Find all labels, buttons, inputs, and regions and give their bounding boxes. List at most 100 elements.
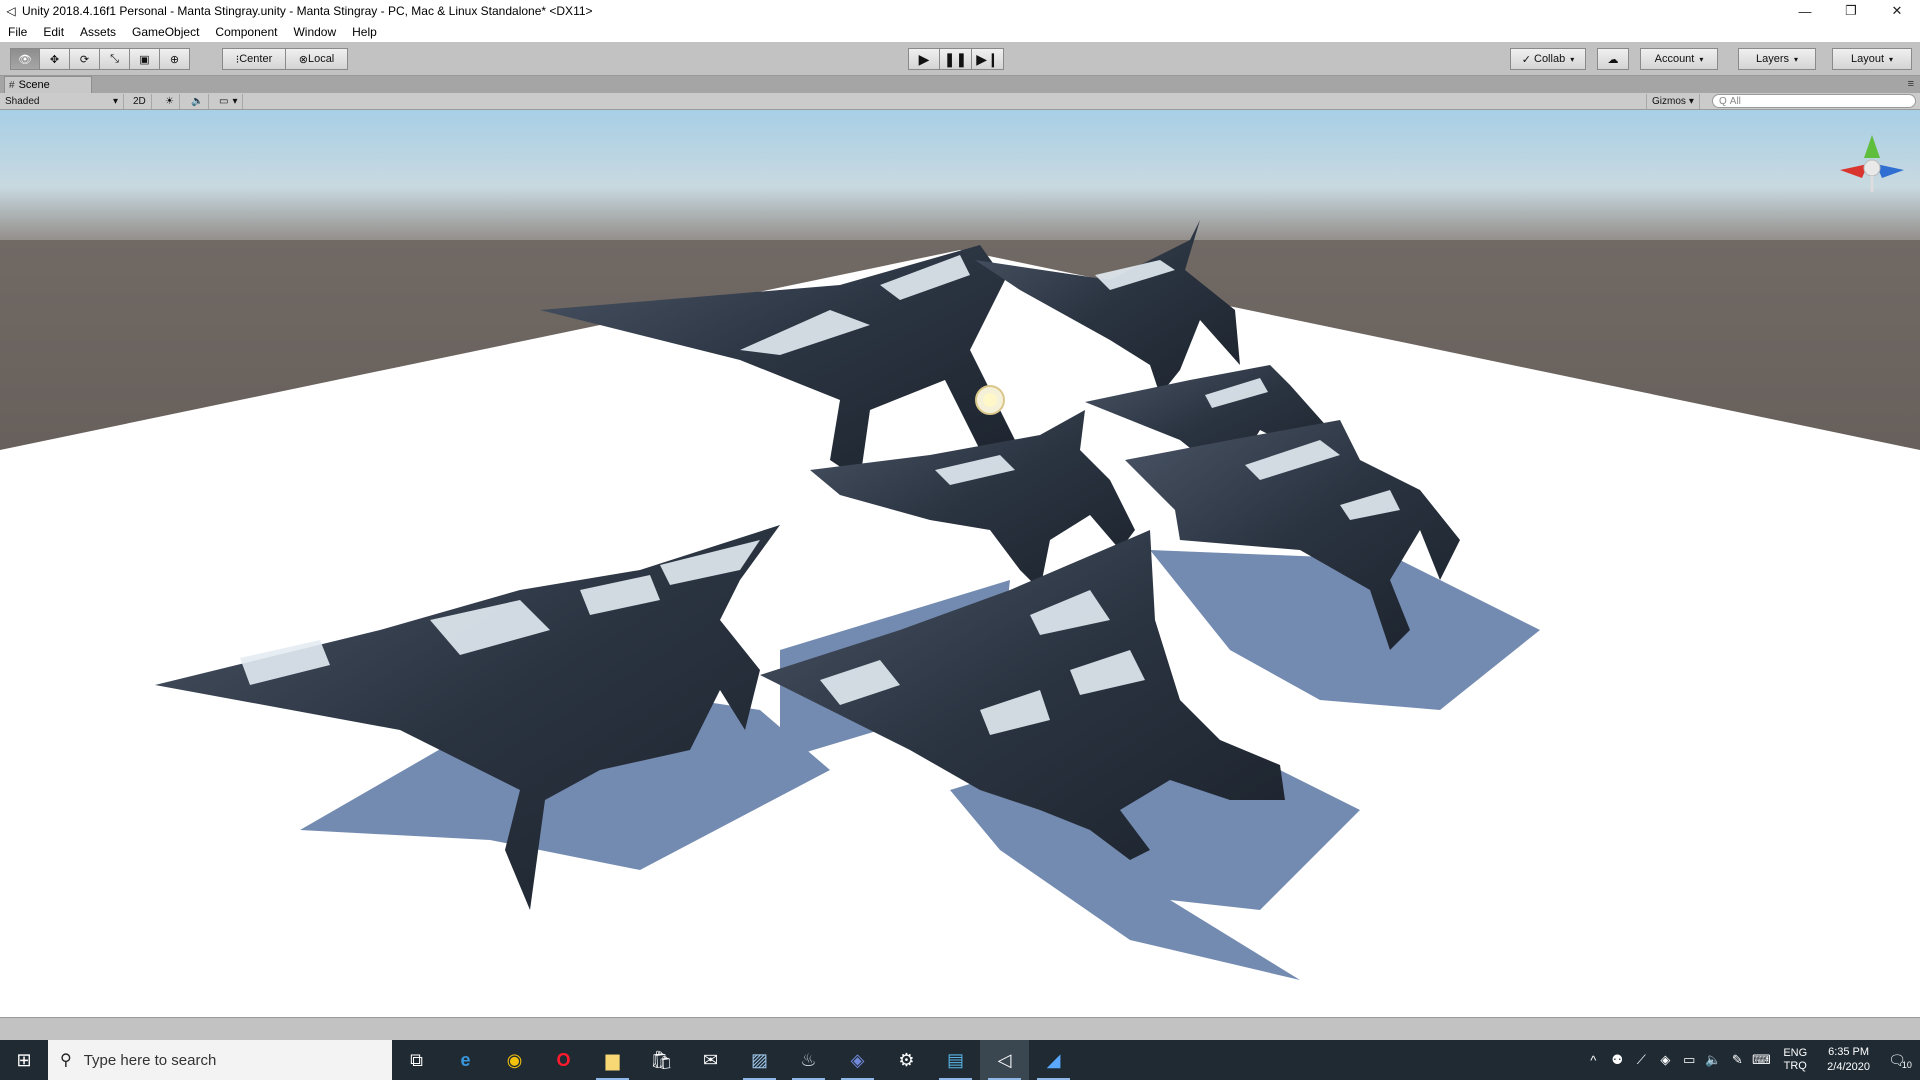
language-line2: TRQ — [1783, 1060, 1807, 1072]
minimize-button[interactable]: — — [1782, 0, 1828, 22]
steam-tray-icon[interactable]: ⚉ — [1605, 1052, 1629, 1068]
effects-icon: ▭ — [219, 96, 229, 107]
menu-edit[interactable]: Edit — [35, 22, 72, 42]
hand-tool-icon[interactable]: 👁 — [10, 48, 40, 70]
panel-menu-icon[interactable]: ≡ — [1908, 78, 1914, 90]
cloud-icon[interactable]: ☁ — [1597, 48, 1629, 70]
title-bar: ◁ Unity 2018.4.16f1 Personal - Manta Sti… — [0, 0, 1920, 22]
account-label: Account — [1654, 53, 1695, 65]
gizmos-dropdown[interactable]: Gizmos ▾ — [1646, 94, 1700, 109]
window-title: Unity 2018.4.16f1 Personal - Manta Sting… — [22, 4, 593, 18]
unity-icon[interactable]: ◁ — [980, 1040, 1029, 1080]
unity-editor-window: ◁ Unity 2018.4.16f1 Personal - Manta Sti… — [0, 0, 1920, 1080]
input-language-indicator[interactable]: ENG TRQ — [1783, 1047, 1807, 1073]
menu-bar: File Edit Assets GameObject Component Wi… — [0, 22, 1920, 42]
windows-start-icon[interactable]: ⊞ — [0, 1040, 48, 1080]
taskbar-search-input[interactable]: ⚲ Type here to search — [48, 1040, 392, 1080]
rotate-tool-icon[interactable]: ⟳ — [70, 48, 100, 70]
chevron-down-icon: ▾ — [232, 96, 238, 107]
layout-group: Layout ▾ — [1832, 48, 1912, 70]
restore-button[interactable]: ❐ — [1828, 0, 1874, 22]
chevron-down-icon: ▾ — [1699, 54, 1704, 64]
edge-icon[interactable]: e — [441, 1040, 490, 1080]
lighting-toggle-icon[interactable]: ☀ — [160, 94, 180, 109]
scene-grid-icon: # — [9, 79, 15, 91]
action-center-icon[interactable]: 🗨 10 — [1880, 1040, 1920, 1080]
pivot-local-button[interactable]: ⊗ Local — [286, 48, 348, 70]
main-toolbar: 👁 ✥ ⟳ ⤡ ▣ ⊕ ⁝ Center ⊗ Local ▶ ❚❚ ▶❙ ✓ C… — [0, 42, 1920, 76]
effects-dropdown[interactable]: ▭ ▾ — [214, 94, 244, 109]
task-view-icon[interactable]: ⧉ — [392, 1040, 441, 1080]
collab-label: Collab — [1534, 53, 1566, 65]
audio-toggle-icon[interactable]: 🔈 — [186, 94, 210, 109]
toggle-2d-button[interactable]: 2D — [128, 94, 152, 109]
shading-mode-dropdown[interactable]: Shaded ▾ — [0, 94, 124, 109]
chrome-icon[interactable]: ◉ — [490, 1040, 539, 1080]
transform-tools: 👁 ✥ ⟳ ⤡ ▣ ⊕ — [10, 48, 190, 70]
menu-window[interactable]: Window — [285, 22, 344, 42]
opera-icon[interactable]: O — [539, 1040, 588, 1080]
clock-time: 6:35 PM — [1828, 1046, 1870, 1058]
file-explorer-icon[interactable]: ▆ — [588, 1040, 637, 1080]
show-hidden-icons-chevron-icon[interactable]: ^ — [1581, 1053, 1605, 1068]
windows-ink-icon[interactable]: ✎ — [1725, 1052, 1749, 1068]
steam-icon[interactable]: ♨ — [784, 1040, 833, 1080]
search-icon: ⚲ — [60, 1052, 72, 1069]
close-button[interactable]: ✕ — [1874, 0, 1920, 22]
play-icon[interactable]: ▶ — [908, 48, 940, 70]
shading-mode-label: Shaded — [5, 96, 40, 107]
chevron-down-icon: ▾ — [1688, 96, 1694, 107]
network-icon[interactable]: ▭ — [1677, 1052, 1701, 1068]
remote-desktop-icon[interactable]: ▤ — [931, 1040, 980, 1080]
photos-icon[interactable]: ▨ — [735, 1040, 784, 1080]
step-icon[interactable]: ▶❙ — [972, 48, 1004, 70]
store-icon[interactable]: 🛍 — [637, 1040, 686, 1080]
menu-assets[interactable]: Assets — [72, 22, 124, 42]
move-tool-icon[interactable]: ✥ — [40, 48, 70, 70]
layout-label: Layout — [1850, 53, 1884, 65]
menu-help[interactable]: Help — [344, 22, 385, 42]
menu-component[interactable]: Component — [207, 22, 285, 42]
account-dropdown[interactable]: Account ▾ — [1640, 48, 1718, 70]
account-group: Account ▾ — [1640, 48, 1718, 70]
tab-scene-label: Scene — [18, 79, 50, 91]
scale-tool-icon[interactable]: ⤡ — [100, 48, 130, 70]
search-placeholder: All — [1729, 95, 1741, 107]
tab-scene[interactable]: # Scene — [4, 76, 92, 93]
layers-label: Layers — [1755, 53, 1789, 65]
menu-file[interactable]: File — [0, 22, 35, 42]
layout-dropdown[interactable]: Layout ▾ — [1832, 48, 1912, 70]
taskbar-search-placeholder: Type here to search — [83, 1051, 217, 1069]
volume-icon[interactable]: 🔈 — [1701, 1052, 1725, 1068]
layers-dropdown[interactable]: Layers ▾ — [1738, 48, 1816, 70]
chevron-down-icon: ▾ — [112, 96, 118, 107]
light-gizmo-icon — [975, 385, 1005, 415]
blender-icon[interactable]: ◢ — [1029, 1040, 1078, 1080]
scene-search-input[interactable]: Q All — [1712, 94, 1916, 108]
clock[interactable]: 6:35 PM 2/4/2020 — [1827, 1045, 1870, 1075]
gizmos-label: Gizmos — [1652, 96, 1686, 107]
pause-icon[interactable]: ❚❚ — [940, 48, 972, 70]
mail-icon[interactable]: ✉ — [686, 1040, 735, 1080]
collab-button[interactable]: ✓ Collab ▾ — [1510, 48, 1586, 70]
transform-tool-icon[interactable]: ⊕ — [160, 48, 190, 70]
local-label: Local — [307, 53, 335, 65]
language-line1: ENG — [1783, 1047, 1808, 1059]
pivot-label: Center — [239, 53, 273, 65]
pivot-toggles: ⁝ Center ⊗ Local — [222, 48, 348, 70]
rect-tool-icon[interactable]: ▣ — [130, 48, 160, 70]
scene-viewport[interactable] — [0, 110, 1920, 1017]
touch-keyboard-icon[interactable]: ⌨ — [1749, 1052, 1773, 1068]
settings-icon[interactable]: ⚙ — [882, 1040, 931, 1080]
cloud-group: ☁ — [1597, 48, 1629, 70]
chevron-down-icon: ▾ — [1889, 54, 1894, 64]
discord-icon[interactable]: ◈ — [833, 1040, 882, 1080]
windows-taskbar: ⊞ ⚲ Type here to search ⧉ e ◉ O ▆ 🛍 ✉ ▨ … — [0, 1040, 1920, 1080]
pivot-center-button[interactable]: ⁝ Center — [222, 48, 286, 70]
layers-group: Layers ▾ — [1738, 48, 1816, 70]
menu-gameobject[interactable]: GameObject — [124, 22, 207, 42]
search-icon: Q — [1719, 95, 1727, 107]
discord-tray-icon[interactable]: ◈ — [1653, 1052, 1677, 1068]
local-icon: ⊗ — [298, 53, 308, 66]
pen-tray-icon[interactable]: ⟋ — [1629, 1052, 1653, 1068]
